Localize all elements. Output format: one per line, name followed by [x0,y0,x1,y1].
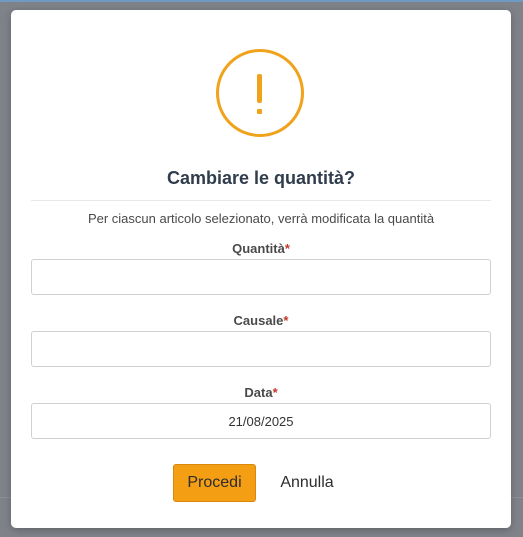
required-asterisk: * [272,385,278,400]
dialog-title: Cambiare le quantità? [166,168,356,188]
date-input[interactable] [31,403,491,439]
required-asterisk: * [283,313,289,328]
date-label-text: Data [244,385,273,400]
required-asterisk: * [284,241,290,256]
quantity-label: Quantità* [11,241,511,256]
reason-label: Causale* [11,313,511,328]
exclamation-bar [257,74,262,103]
date-label: Data* [11,385,511,400]
quantity-input[interactable] [31,259,491,295]
backdrop-top-border [0,0,523,2]
title-divider [31,200,491,201]
confirm-dialog: Cambiare le quantità? Per ciascun artico… [11,10,511,528]
warning-exclamation-icon [216,49,304,137]
reason-input[interactable] [31,331,491,367]
proceed-button[interactable]: Procedi [173,464,256,502]
exclamation-dot [257,109,262,114]
reason-label-text: Causale [233,313,284,328]
dialog-subtitle: Per ciascun articolo selezionato, verrà … [87,211,435,226]
quantity-label-text: Quantità [232,241,285,256]
cancel-button[interactable]: Annulla [269,464,345,502]
